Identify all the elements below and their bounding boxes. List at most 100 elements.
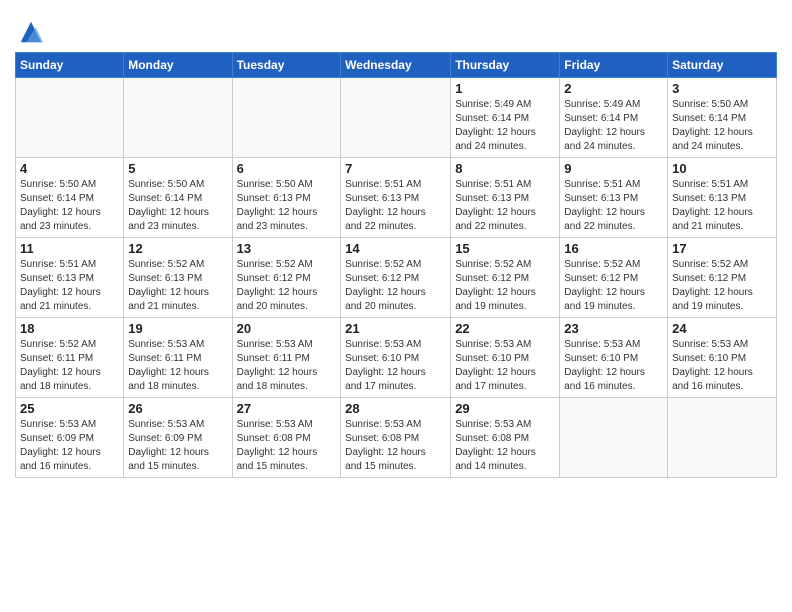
calendar-cell: 7 Sunrise: 5:51 AM Sunset: 6:13 PM Daylig… — [341, 158, 451, 238]
day-number: 14 — [345, 241, 446, 256]
week-row-1: 4 Sunrise: 5:50 AM Sunset: 6:14 PM Daylig… — [16, 158, 777, 238]
calendar-cell: 2 Sunrise: 5:49 AM Sunset: 6:14 PM Daylig… — [560, 78, 668, 158]
day-number: 21 — [345, 321, 446, 336]
day-info: Sunrise: 5:50 AM Sunset: 6:14 PM Dayligh… — [20, 178, 119, 234]
calendar-cell: 13 Sunrise: 5:52 AM Sunset: 6:12 PM Dayli… — [232, 238, 341, 318]
logo-icon — [17, 18, 45, 46]
day-number: 28 — [345, 401, 446, 416]
day-info: Sunrise: 5:53 AM Sunset: 6:08 PM Dayligh… — [455, 418, 555, 474]
calendar-table: SundayMondayTuesdayWednesdayThursdayFrid… — [15, 52, 777, 478]
day-info: Sunrise: 5:53 AM Sunset: 6:10 PM Dayligh… — [672, 338, 772, 394]
day-number: 17 — [672, 241, 772, 256]
calendar-cell — [16, 78, 124, 158]
weekday-header-sunday: Sunday — [16, 53, 124, 78]
calendar-cell: 19 Sunrise: 5:53 AM Sunset: 6:11 PM Dayli… — [124, 318, 232, 398]
day-number: 12 — [128, 241, 227, 256]
calendar-cell: 25 Sunrise: 5:53 AM Sunset: 6:09 PM Dayli… — [16, 398, 124, 478]
day-number: 22 — [455, 321, 555, 336]
day-info: Sunrise: 5:52 AM Sunset: 6:12 PM Dayligh… — [672, 258, 772, 314]
day-number: 2 — [564, 81, 663, 96]
day-info: Sunrise: 5:53 AM Sunset: 6:09 PM Dayligh… — [128, 418, 227, 474]
day-info: Sunrise: 5:52 AM Sunset: 6:12 PM Dayligh… — [237, 258, 337, 314]
day-number: 6 — [237, 161, 337, 176]
calendar-cell: 23Sunrise: 5:53 AM Sunset: 6:10 PM Dayli… — [560, 318, 668, 398]
day-number: 26 — [128, 401, 227, 416]
day-number: 25 — [20, 401, 119, 416]
calendar-cell: 5 Sunrise: 5:50 AM Sunset: 6:14 PM Daylig… — [124, 158, 232, 238]
weekday-header-thursday: Thursday — [451, 53, 560, 78]
calendar-cell: 14 Sunrise: 5:52 AM Sunset: 6:12 PM Dayli… — [341, 238, 451, 318]
day-info: Sunrise: 5:52 AM Sunset: 6:12 PM Dayligh… — [455, 258, 555, 314]
calendar-cell: 12 Sunrise: 5:52 AM Sunset: 6:13 PM Dayli… — [124, 238, 232, 318]
calendar-cell: 15 Sunrise: 5:52 AM Sunset: 6:12 PM Dayli… — [451, 238, 560, 318]
calendar-cell: 3 Sunrise: 5:50 AM Sunset: 6:14 PM Daylig… — [668, 78, 777, 158]
day-number: 15 — [455, 241, 555, 256]
week-row-2: 11 Sunrise: 5:51 AM Sunset: 6:13 PM Dayli… — [16, 238, 777, 318]
calendar-cell — [560, 398, 668, 478]
calendar-cell: 28 Sunrise: 5:53 AM Sunset: 6:08 PM Dayli… — [341, 398, 451, 478]
weekday-header-monday: Monday — [124, 53, 232, 78]
day-info: Sunrise: 5:50 AM Sunset: 6:14 PM Dayligh… — [128, 178, 227, 234]
day-info: Sunrise: 5:52 AM Sunset: 6:11 PM Dayligh… — [20, 338, 119, 394]
day-number: 13 — [237, 241, 337, 256]
day-number: 19 — [128, 321, 227, 336]
day-number: 18 — [20, 321, 119, 336]
day-number: 9 — [564, 161, 663, 176]
logo — [15, 18, 45, 46]
calendar-cell: 18 Sunrise: 5:52 AM Sunset: 6:11 PM Dayli… — [16, 318, 124, 398]
day-info: Sunrise: 5:51 AM Sunset: 6:13 PM Dayligh… — [672, 178, 772, 234]
week-row-0: 1 Sunrise: 5:49 AM Sunset: 6:14 PM Daylig… — [16, 78, 777, 158]
calendar-cell: 9Sunrise: 5:51 AM Sunset: 6:13 PM Daylig… — [560, 158, 668, 238]
day-info: Sunrise: 5:49 AM Sunset: 6:14 PM Dayligh… — [564, 98, 663, 154]
day-info: Sunrise: 5:51 AM Sunset: 6:13 PM Dayligh… — [20, 258, 119, 314]
day-info: Sunrise: 5:53 AM Sunset: 6:09 PM Dayligh… — [20, 418, 119, 474]
weekday-header-saturday: Saturday — [668, 53, 777, 78]
calendar-cell: 1 Sunrise: 5:49 AM Sunset: 6:14 PM Daylig… — [451, 78, 560, 158]
day-info: Sunrise: 5:53 AM Sunset: 6:11 PM Dayligh… — [128, 338, 227, 394]
day-info: Sunrise: 5:52 AM Sunset: 6:12 PM Dayligh… — [564, 258, 663, 314]
calendar-cell: 16 Sunrise: 5:52 AM Sunset: 6:12 PM Dayli… — [560, 238, 668, 318]
day-info: Sunrise: 5:53 AM Sunset: 6:08 PM Dayligh… — [237, 418, 337, 474]
day-info: Sunrise: 5:49 AM Sunset: 6:14 PM Dayligh… — [455, 98, 555, 154]
calendar-cell: 24 Sunrise: 5:53 AM Sunset: 6:10 PM Dayli… — [668, 318, 777, 398]
day-number: 11 — [20, 241, 119, 256]
calendar-cell: 17 Sunrise: 5:52 AM Sunset: 6:12 PM Dayli… — [668, 238, 777, 318]
calendar-cell: 6 Sunrise: 5:50 AM Sunset: 6:13 PM Daylig… — [232, 158, 341, 238]
day-number: 10 — [672, 161, 772, 176]
day-info: Sunrise: 5:51 AM Sunset: 6:13 PM Dayligh… — [345, 178, 446, 234]
page-header — [15, 10, 777, 46]
calendar-cell: 22Sunrise: 5:53 AM Sunset: 6:10 PM Dayli… — [451, 318, 560, 398]
day-info: Sunrise: 5:52 AM Sunset: 6:13 PM Dayligh… — [128, 258, 227, 314]
weekday-header-friday: Friday — [560, 53, 668, 78]
day-number: 20 — [237, 321, 337, 336]
day-info: Sunrise: 5:53 AM Sunset: 6:08 PM Dayligh… — [345, 418, 446, 474]
calendar-cell: 20Sunrise: 5:53 AM Sunset: 6:11 PM Dayli… — [232, 318, 341, 398]
week-row-3: 18 Sunrise: 5:52 AM Sunset: 6:11 PM Dayli… — [16, 318, 777, 398]
week-row-4: 25 Sunrise: 5:53 AM Sunset: 6:09 PM Dayli… — [16, 398, 777, 478]
weekday-header-tuesday: Tuesday — [232, 53, 341, 78]
calendar-cell — [124, 78, 232, 158]
day-number: 29 — [455, 401, 555, 416]
calendar-cell: 11 Sunrise: 5:51 AM Sunset: 6:13 PM Dayli… — [16, 238, 124, 318]
day-info: Sunrise: 5:53 AM Sunset: 6:10 PM Dayligh… — [345, 338, 446, 394]
day-info: Sunrise: 5:52 AM Sunset: 6:12 PM Dayligh… — [345, 258, 446, 314]
calendar-cell: 27 Sunrise: 5:53 AM Sunset: 6:08 PM Dayli… — [232, 398, 341, 478]
day-number: 5 — [128, 161, 227, 176]
calendar-cell — [232, 78, 341, 158]
day-number: 24 — [672, 321, 772, 336]
day-number: 3 — [672, 81, 772, 96]
calendar-cell: 8Sunrise: 5:51 AM Sunset: 6:13 PM Daylig… — [451, 158, 560, 238]
calendar-cell: 4 Sunrise: 5:50 AM Sunset: 6:14 PM Daylig… — [16, 158, 124, 238]
day-info: Sunrise: 5:50 AM Sunset: 6:13 PM Dayligh… — [237, 178, 337, 234]
day-number: 16 — [564, 241, 663, 256]
day-info: Sunrise: 5:50 AM Sunset: 6:14 PM Dayligh… — [672, 98, 772, 154]
day-number: 4 — [20, 161, 119, 176]
day-number: 1 — [455, 81, 555, 96]
calendar-cell — [668, 398, 777, 478]
day-number: 7 — [345, 161, 446, 176]
calendar-cell: 21 Sunrise: 5:53 AM Sunset: 6:10 PM Dayli… — [341, 318, 451, 398]
day-info: Sunrise: 5:53 AM Sunset: 6:10 PM Dayligh… — [564, 338, 663, 394]
calendar-cell: 10 Sunrise: 5:51 AM Sunset: 6:13 PM Dayli… — [668, 158, 777, 238]
day-number: 27 — [237, 401, 337, 416]
day-number: 8 — [455, 161, 555, 176]
